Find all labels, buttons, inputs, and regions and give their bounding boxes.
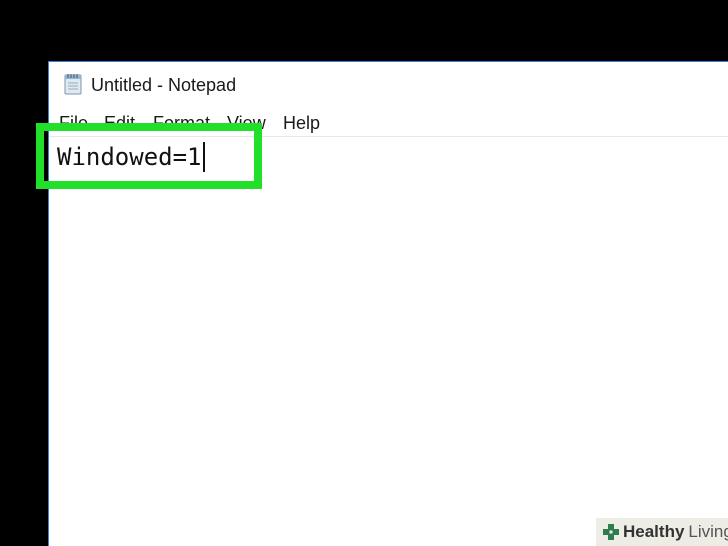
menu-help[interactable]: Help [283, 113, 320, 134]
screenshot: Untitled - Notepad File Edit Format View… [0, 0, 728, 546]
cross-logo-icon [602, 523, 620, 541]
watermark-brand-light: Living [688, 522, 728, 541]
title-bar[interactable]: Untitled - Notepad [49, 62, 728, 108]
watermark: Healthy Living [596, 518, 728, 546]
highlight-annotation-box [36, 123, 262, 189]
notepad-icon [62, 73, 84, 95]
watermark-brand-bold: Healthy [623, 522, 685, 541]
text-editor-area[interactable]: Windowed=1 [49, 137, 728, 546]
window-title: Untitled - Notepad [91, 75, 237, 95]
